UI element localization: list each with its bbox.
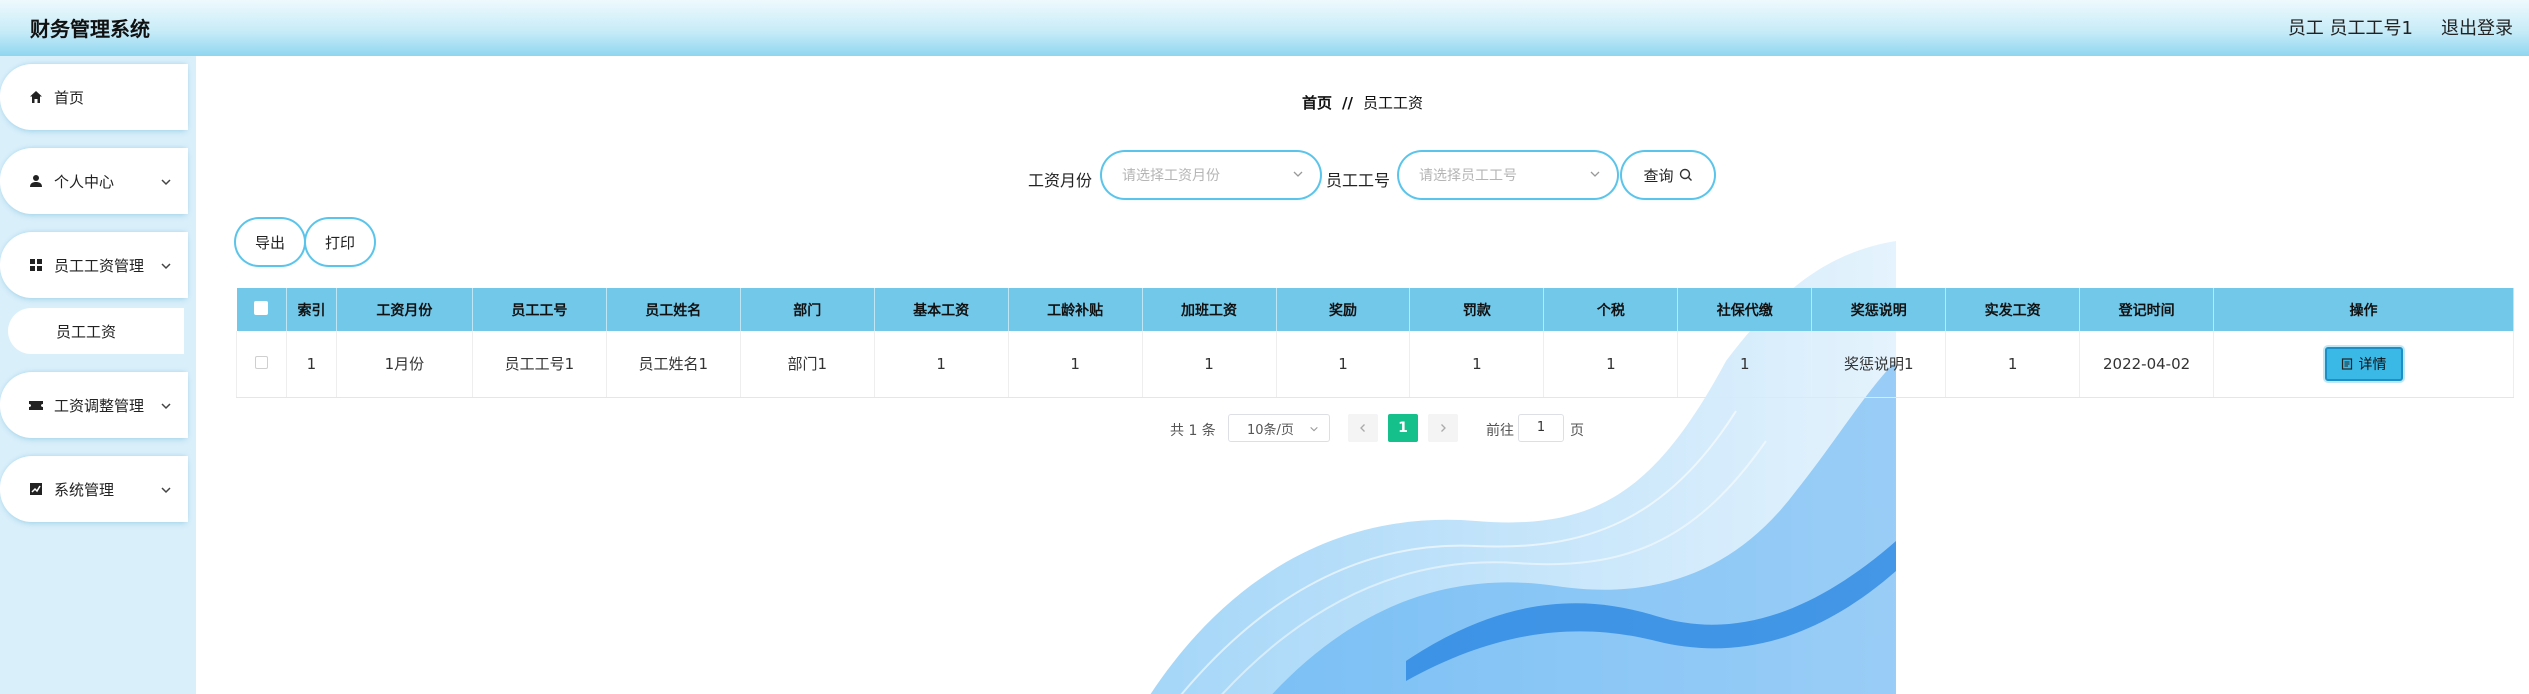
table-cell: 1 (1409, 331, 1545, 398)
logout-link[interactable]: 退出登录 (2441, 14, 2513, 40)
sidebar-item-label: 工资调整管理 (54, 396, 145, 415)
grid-icon (28, 257, 44, 273)
employee-no-label: 员工工号 (1326, 171, 1391, 190)
column-header[interactable]: 个税 (1543, 288, 1679, 331)
table-cell: 奖惩说明1 (1811, 331, 1947, 398)
app-title: 财务管理系统 (30, 17, 150, 41)
column-header[interactable]: 登记时间 (2079, 288, 2215, 331)
actions-cell: 详情 (2213, 331, 2514, 398)
sidebar: 首页 个人中心 员工工资管理 员工工资 工资调整管理 系统管理 (0, 56, 196, 694)
salary-month-placeholder: 请选择工资月份 (1122, 168, 1220, 184)
sidebar-item-salary-management[interactable]: 员工工资管理 (2, 234, 186, 296)
sidebar-item-label: 系统管理 (54, 480, 115, 499)
detail-button-label: 详情 (2358, 356, 2387, 373)
employee-no-select[interactable]: 请选择员工工号 (1401, 154, 1615, 196)
export-button[interactable]: 导出 (238, 221, 302, 263)
top-bar: 财务管理系统 员工 员工工号1 退出登录 (0, 0, 2529, 56)
breadcrumb: 首页 // 员工工资 (196, 92, 2529, 113)
employee-no-placeholder: 请选择员工工号 (1419, 168, 1517, 184)
breadcrumb-current: 员工工资 (1362, 94, 1423, 112)
breadcrumb-home[interactable]: 首页 (1302, 94, 1332, 112)
table-cell: 部门1 (740, 331, 875, 398)
next-page-button[interactable] (1428, 414, 1458, 442)
sidebar-item-label: 首页 (54, 88, 85, 107)
goto-label: 前往 (1486, 423, 1514, 439)
salary-table: 索引 工资月份 员工工号 员工姓名 部门 基本工资 工龄补贴 加班工资 奖励 罚… (236, 288, 2514, 398)
chevron-down-icon (1589, 168, 1601, 184)
column-header[interactable]: 加班工资 (1142, 288, 1277, 331)
chevron-down-icon (160, 258, 172, 276)
column-header[interactable]: 工资月份 (336, 288, 473, 331)
chevron-down-icon (160, 398, 172, 416)
select-all-cell (236, 288, 287, 331)
query-button[interactable]: 查询 (1624, 154, 1712, 196)
current-user: 员工 员工工号1 (2287, 18, 2413, 39)
column-header[interactable]: 员工姓名 (606, 288, 741, 331)
total-count: 共 1 条 (1170, 423, 1216, 439)
page-unit-label: 页 (1570, 423, 1584, 439)
chevron-down-icon (160, 174, 172, 192)
chevron-left-icon (1360, 424, 1365, 432)
table-cell: 1 (286, 331, 337, 398)
row-select-cell (236, 331, 287, 398)
column-header[interactable]: 奖惩说明 (1811, 288, 1947, 331)
salary-month-label: 工资月份 (1028, 171, 1093, 190)
column-header[interactable]: 员工工号 (472, 288, 607, 331)
chart-icon (28, 481, 44, 497)
table-cell: 1 (1677, 331, 1813, 398)
sidebar-item-personal[interactable]: 个人中心 (2, 150, 186, 212)
user-icon (28, 173, 44, 189)
table-header-row: 索引 工资月份 员工工号 员工姓名 部门 基本工资 工龄补贴 加班工资 奖励 罚… (236, 288, 2514, 331)
chevron-down-icon (1292, 168, 1304, 184)
sidebar-item-label: 员工工资 (56, 322, 117, 341)
chevron-down-icon (1309, 423, 1319, 438)
table-cell: 1 (874, 331, 1009, 398)
sidebar-item-salary-adjustment[interactable]: 工资调整管理 (2, 374, 186, 436)
table-cell: 1 (1008, 331, 1143, 398)
table-cell: 1 (1945, 331, 2081, 398)
prev-page-button[interactable] (1348, 414, 1378, 442)
table-cell: 2022-04-02 (2079, 331, 2215, 398)
column-header[interactable]: 奖励 (1276, 288, 1411, 331)
page-size-value: 10条/页 (1247, 422, 1294, 438)
table-row: 1 1月份 员工工号1 员工姓名1 部门1 1 1 1 1 1 1 1 奖惩说明… (236, 331, 2514, 398)
document-icon (2341, 358, 2352, 370)
sidebar-item-system[interactable]: 系统管理 (2, 458, 186, 520)
table-cell: 1月份 (336, 331, 473, 398)
breadcrumb-separator: // (1342, 94, 1353, 112)
table-cell: 员工姓名1 (606, 331, 741, 398)
table-cell: 1 (1543, 331, 1679, 398)
chevron-down-icon (160, 482, 172, 500)
select-all-checkbox[interactable] (254, 300, 269, 315)
salary-month-select[interactable]: 请选择工资月份 (1104, 154, 1318, 196)
table-cell: 员工工号1 (472, 331, 607, 398)
sidebar-item-label: 个人中心 (54, 172, 115, 191)
table-cell: 1 (1142, 331, 1277, 398)
page-size-select[interactable]: 10条/页 (1228, 414, 1330, 442)
search-icon (1679, 168, 1693, 182)
column-header[interactable]: 部门 (740, 288, 875, 331)
detail-button[interactable]: 详情 (2324, 346, 2403, 381)
home-icon (28, 89, 44, 105)
goto-page-input[interactable]: 1 (1518, 414, 1564, 442)
chevron-right-icon (1441, 424, 1446, 432)
column-header[interactable]: 社保代缴 (1677, 288, 1813, 331)
sidebar-subitem-employee-salary[interactable]: 员工工资 (8, 308, 184, 354)
ticket-icon (28, 397, 44, 413)
column-header[interactable]: 实发工资 (1945, 288, 2081, 331)
print-button[interactable]: 打印 (308, 221, 372, 263)
row-checkbox[interactable] (254, 355, 268, 369)
main-content: 首页 // 员工工资 工资月份 请选择工资月份 员工工号 请选择员工工号 查询 导出… (196, 56, 2529, 694)
sidebar-item-home[interactable]: 首页 (2, 66, 186, 128)
column-header[interactable]: 工龄补贴 (1008, 288, 1143, 331)
table-cell: 1 (1276, 331, 1411, 398)
sidebar-item-label: 员工工资管理 (54, 256, 145, 275)
column-header[interactable]: 基本工资 (874, 288, 1009, 331)
column-header[interactable]: 索引 (286, 288, 337, 331)
column-header: 操作 (2213, 288, 2514, 331)
page-number-button[interactable]: 1 (1388, 414, 1418, 442)
query-button-label: 查询 (1643, 166, 1674, 185)
column-header[interactable]: 罚款 (1409, 288, 1545, 331)
